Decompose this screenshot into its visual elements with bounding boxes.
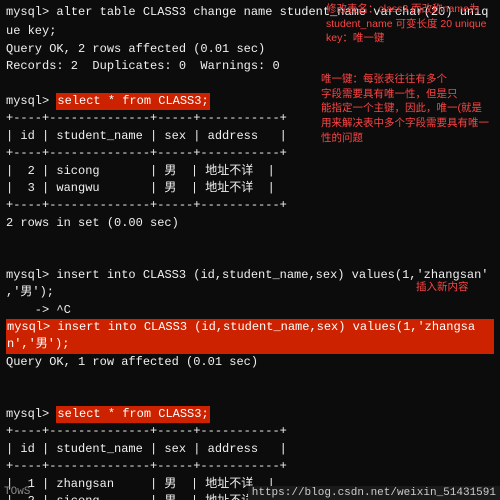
footer-left-text: TOwS [4,486,30,498]
sep-2: +----+--------------+-----+-----------+ [6,145,494,162]
blank-4 [6,371,494,388]
ok-2: Query OK, 1 row affected (0.01 sec) [6,354,258,371]
result-1: 2 rows in set (0.00 sec) [6,215,494,232]
prompt-2: mysql> [6,93,56,110]
arrow-c-text: -> ^C [6,302,71,319]
ok-1: Query OK, 2 rows affected (0.01 sec) [6,41,265,58]
blank-5 [6,389,494,406]
annotation-unique: 唯一键：每张表往往有多个字段需要具有唯一性，但是只能指定一个主键，因此，唯一(就… [321,72,496,145]
records: Records: 2 Duplicates: 0 Warnings: 0 [6,58,280,75]
url-bar: https://blog.csdn.net/weixin_51431591 [248,486,500,500]
annotation-insert: 插入新内容 [416,280,496,295]
blank-3 [6,249,494,266]
prompt-4: mysql> [6,406,56,423]
sep-4: +----+--------------+-----+-----------+ [6,423,494,440]
insert-complete-line: mysql> insert into CLASS3 (id,student_na… [6,319,494,354]
select-line-2: mysql> select * from CLASS3; [6,406,494,423]
table-header-2: | id | student_name | sex | address | [6,441,494,458]
arrow-c: -> ^C [6,302,494,319]
select-cmd-2: select * from CLASS3; [56,406,209,423]
sep-5: +----+--------------+-----+-----------+ [6,458,494,475]
sep-3: +----+--------------+-----+-----------+ [6,197,494,214]
insert-complete-cmd: mysql> insert into CLASS3 (id,student_na… [6,319,494,354]
prompt-1: mysql> [6,4,56,21]
table-row-1a: | 2 | sicong | 男 | 地址不详 | [6,163,494,180]
select-cmd-1: select * from CLASS3; [56,93,209,110]
terminal-window: mysql> alter table CLASS3 change name st… [0,0,500,500]
prompt-3: mysql> [6,267,56,284]
blank-2 [6,232,494,249]
ok-line-2: Query OK, 1 row affected (0.01 sec) [6,354,494,371]
insert-cmd-incomplete-2: ,'男'); [6,284,54,301]
annotation-alter: 修改表名：class3 而改称name为student_name 可变长度 20… [326,2,496,46]
table-row-1b: | 3 | wangwu | 男 | 地址不详 | [6,180,494,197]
cmd-1b: ue key; [6,23,56,40]
